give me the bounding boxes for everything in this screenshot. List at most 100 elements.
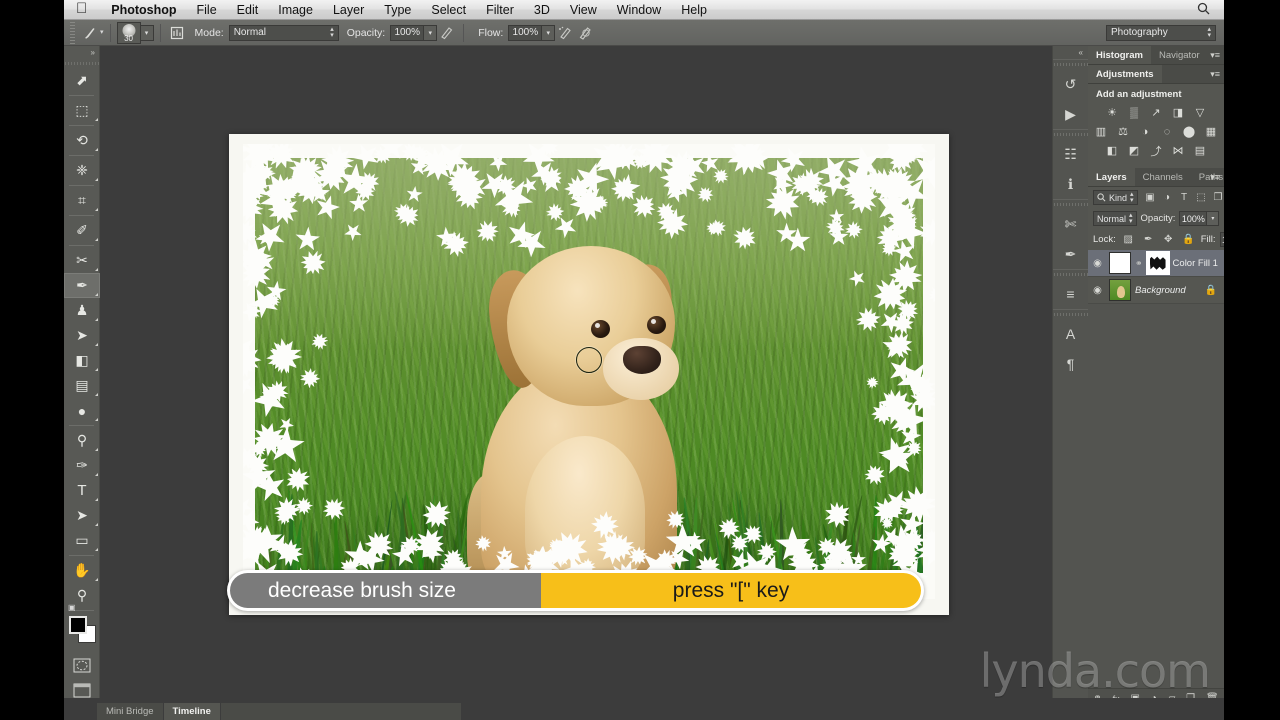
paragraph-icon[interactable]: ¶ [1053,349,1088,379]
lock-position-icon[interactable]: ✥ [1160,232,1177,247]
levels-icon[interactable]: ▒ [1126,105,1142,120]
layer-opacity-control[interactable]: 100% ▾ [1179,211,1220,226]
airbrush-icon[interactable] [555,23,575,43]
layer-row[interactable]: ◉ ⚭ Color Fill 1 [1088,250,1224,277]
photo-filter-icon[interactable]: ◌ [1159,124,1175,139]
layer-filter-kind-select[interactable]: Kind ▴ ▾ [1093,190,1138,205]
tab-adjustments[interactable]: Adjustments [1088,65,1162,83]
hue-saturation-icon[interactable]: ▥ [1093,124,1109,139]
rectangular-marquee-tool[interactable]: ⬚ [64,98,100,123]
eyedropper-tool[interactable]: ✐ [64,218,100,243]
pressure-opacity-icon[interactable] [437,23,457,43]
tools-grip[interactable] [64,59,99,68]
hand-tool[interactable]: ✋ [64,558,100,583]
menu-item-window[interactable]: Window [607,0,671,20]
apple-menu-icon[interactable]:  [76,1,87,16]
pen-tool[interactable]: ✑ [64,453,100,478]
lock-image-icon[interactable]: ✒ [1140,232,1157,247]
gradient-tool[interactable]: ▤ [64,373,100,398]
filter-adjustment-icon[interactable]: ◑ [1159,190,1176,205]
menu-item-select[interactable]: Select [421,0,476,20]
dodge-tool[interactable]: ⚲ [64,428,100,453]
pressure-size-icon[interactable] [575,23,595,43]
tab-timeline[interactable]: Timeline [163,703,221,720]
brush-preset-dropdown-icon[interactable]: ▾ [140,24,154,41]
gradient-map-icon[interactable]: ▤ [1192,143,1208,158]
info-icon[interactable]: ℹ [1053,169,1088,199]
menu-item-edit[interactable]: Edit [227,0,269,20]
flow-value[interactable]: 100% [508,24,543,41]
menu-item-filter[interactable]: Filter [476,0,524,20]
rail-group-grip[interactable] [1053,61,1088,69]
brush-preset-picker[interactable]: 30 [116,21,141,44]
crop-tool[interactable]: ⌗ [64,188,100,213]
layer-visibility-eye-icon[interactable]: ◉ [1090,258,1105,269]
move-tool[interactable]: ⬈ [64,68,100,93]
rail-collapse-button[interactable]: « [1053,46,1088,59]
color-swatches[interactable]: ▣ [64,603,99,653]
menu-item-file[interactable]: File [187,0,227,20]
workspace-select[interactable]: Photography ▴ ▾ [1106,24,1216,41]
filter-pixel-icon[interactable]: ▣ [1142,190,1159,205]
actions-icon[interactable]: ▶ [1053,99,1088,129]
menu-item-image[interactable]: Image [268,0,323,20]
default-colors-icon[interactable]: ▣ [68,603,76,612]
lock-transparency-icon[interactable]: ▨ [1120,232,1137,247]
opacity-dropdown-icon[interactable]: ▾ [424,24,438,41]
tab-channels[interactable]: Channels [1135,168,1191,186]
blur-tool[interactable]: ● [64,398,100,423]
layer-mask-thumbnail[interactable] [1145,251,1170,275]
layer-row[interactable]: ◉ Background 🔒 [1088,277,1224,304]
menu-item-layer[interactable]: Layer [323,0,374,20]
layer-blend-mode-select[interactable]: Normal ▴ ▾ [1093,211,1137,226]
history-icon[interactable]: ↺ [1053,69,1088,99]
layer-opacity-value[interactable]: 100% [1179,211,1208,226]
options-bar-grip[interactable] [68,21,77,44]
tools-collapse-button[interactable]: » [64,46,99,59]
path-selection-tool[interactable]: ➤ [64,503,100,528]
tab-mini-bridge[interactable]: Mini Bridge [97,703,164,720]
link-icon[interactable]: ⚭ [1135,258,1143,269]
tab-layers[interactable]: Layers [1088,168,1135,186]
quick-mask-icon[interactable] [64,653,100,678]
brightness-contrast-icon[interactable]: ☀ [1104,105,1120,120]
panel-menu-icon[interactable]: ▾≡ [1210,50,1220,60]
menu-item-help[interactable]: Help [671,0,717,20]
selective-color-icon[interactable]: ⋈ [1170,143,1186,158]
menu-item-photoshop[interactable]: Photoshop [101,0,186,20]
panel-menu-icon[interactable]: ▾≡ [1210,69,1220,79]
exposure-icon[interactable]: ◨ [1170,105,1186,120]
brush-presets-icon[interactable]: ✒ [1053,239,1088,269]
lasso-tool[interactable]: ⟲ [64,128,100,153]
threshold-icon[interactable]: ⤴ [1148,143,1164,158]
document-image[interactable] [243,144,935,599]
tab-histogram[interactable]: Histogram [1088,46,1151,64]
opacity-value[interactable]: 100% [390,24,425,41]
black-and-white-icon[interactable]: ◑ [1137,124,1153,139]
layer-opacity-dropdown-icon[interactable]: ▾ [1207,211,1220,226]
search-icon[interactable] [1197,2,1210,18]
panel-menu-icon[interactable]: ▾≡ [1210,172,1220,182]
brush-tool-dropdown-icon[interactable]: ▾ [100,29,104,36]
brush-icon[interactable] [80,23,100,43]
brush-tool[interactable]: ✒ [64,273,100,298]
invert-icon[interactable]: ◧ [1104,143,1120,158]
rail-group-grip[interactable] [1053,271,1088,279]
menu-item-type[interactable]: Type [374,0,421,20]
menu-item-3d[interactable]: 3D [524,0,560,20]
foreground-color-swatch[interactable] [69,616,87,634]
canvas-area[interactable]: decrease brush size press "[" key [100,46,1052,720]
filter-type-icon[interactable]: T [1176,190,1193,205]
brush-icon[interactable]: ✄ [1053,209,1088,239]
flow-dropdown-icon[interactable]: ▾ [542,24,556,41]
type-tool[interactable]: T [64,478,100,503]
rail-group-grip[interactable] [1053,311,1088,319]
properties-icon[interactable]: ☷ [1053,139,1088,169]
menu-item-view[interactable]: View [560,0,607,20]
layer-comps-icon[interactable]: ≡ [1053,279,1088,309]
history-brush-tool[interactable]: ➤ [64,323,100,348]
tab-navigator[interactable]: Navigator [1151,46,1208,64]
color-balance-icon[interactable]: ⚖ [1115,124,1131,139]
clone-stamp-tool[interactable]: ♟ [64,298,100,323]
quick-selection-tool[interactable]: ❈ [64,158,100,183]
